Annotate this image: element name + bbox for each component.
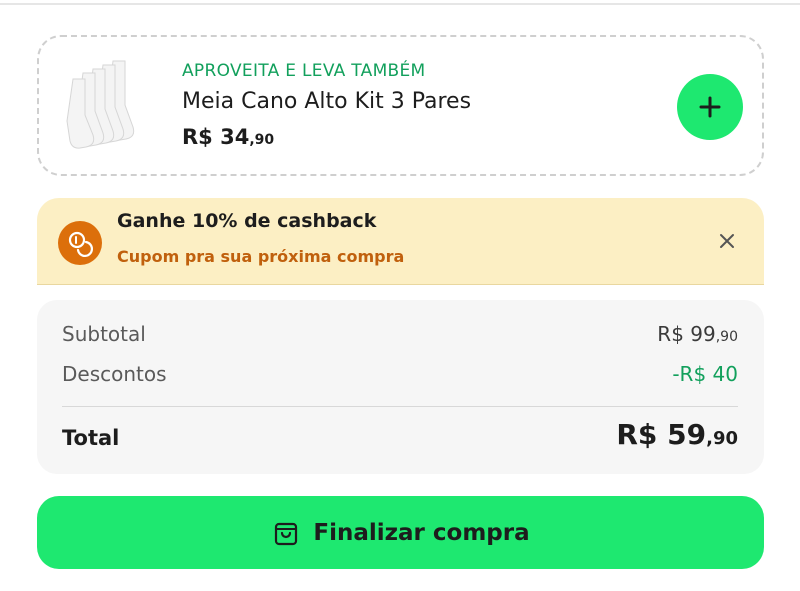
shopping-bag-icon	[275, 522, 298, 545]
upsell-product-name[interactable]: Meia Cano Alto Kit 3 Pares	[182, 89, 471, 114]
subtotal-value-main: R$ 99	[657, 322, 716, 346]
cashback-banner: Ganhe 10% de cashback Cupom pra sua próx…	[37, 198, 764, 285]
upsell-eyebrow: APROVEITA E LEVA TAMBÉM	[182, 61, 426, 81]
subtotal-label: Subtotal	[62, 322, 146, 346]
upsell-price-cents: ,90	[249, 132, 275, 148]
upsell-card: APROVEITA E LEVA TAMBÉM Meia Cano Alto K…	[37, 35, 764, 176]
order-summary: Subtotal R$ 99,90 Descontos -R$ 40 Total…	[37, 300, 764, 474]
subtotal-value-cents: ,90	[715, 329, 738, 345]
total-value: R$ 59,90	[616, 418, 738, 451]
checkout-label: Finalizar compra	[313, 519, 530, 546]
top-divider	[0, 0, 800, 5]
discount-label: Descontos	[62, 362, 167, 386]
summary-divider	[62, 406, 738, 407]
upsell-price-main: R$ 34	[182, 125, 250, 149]
coins-icon	[58, 221, 102, 265]
checkout-button[interactable]: Finalizar compra	[37, 496, 764, 569]
subtotal-value: R$ 99,90	[657, 322, 738, 346]
upsell-price: R$ 34,90	[182, 125, 274, 149]
total-label: Total	[62, 426, 120, 450]
cashback-title: Ganhe 10% de cashback	[117, 210, 377, 232]
close-icon[interactable]	[716, 230, 738, 252]
add-to-cart-button[interactable]	[677, 74, 743, 140]
cashback-subtitle: Cupom pra sua próxima compra	[117, 247, 405, 266]
total-value-cents: ,90	[706, 428, 738, 449]
white-socks-image	[59, 55, 163, 159]
discount-value: -R$ 40	[672, 362, 738, 386]
plus-icon	[699, 96, 721, 118]
total-value-main: R$ 59	[616, 418, 707, 451]
